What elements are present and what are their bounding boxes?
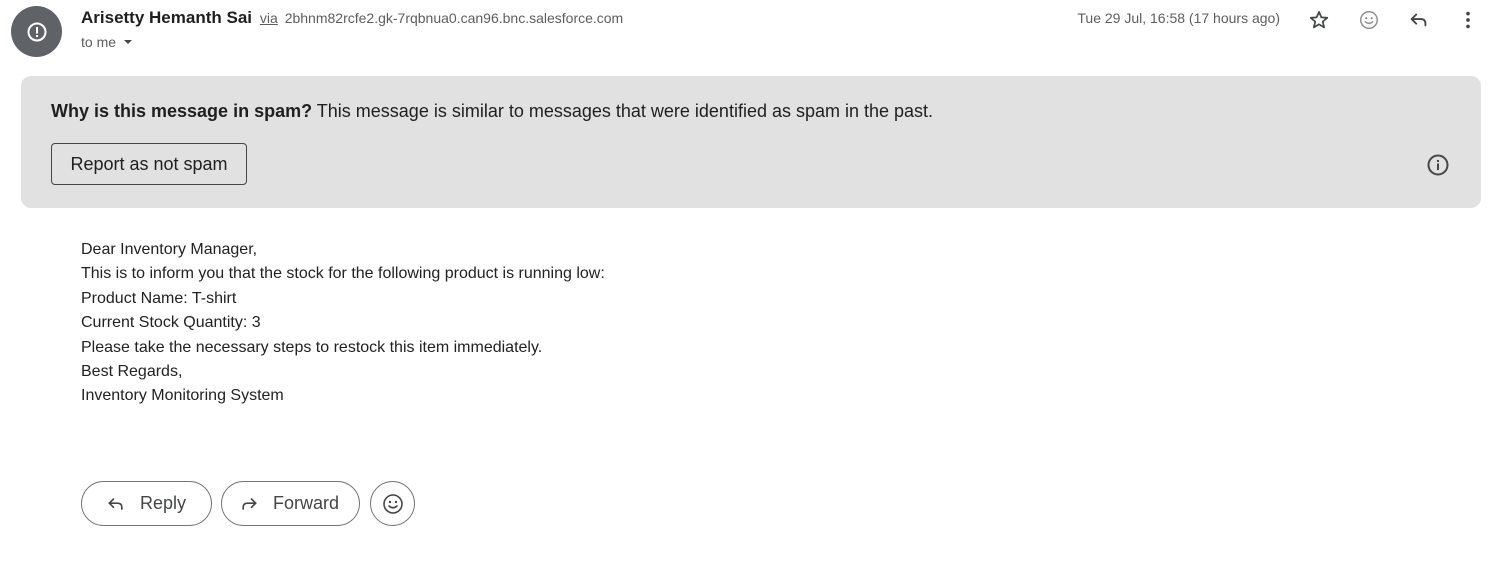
via-link[interactable]: via xyxy=(260,10,278,26)
reply-icon xyxy=(108,497,123,510)
recipient-details-toggle[interactable]: to me xyxy=(81,34,136,50)
body-line: Dear Inventory Manager, xyxy=(81,241,258,258)
star-icon xyxy=(1309,11,1329,29)
emoji-icon xyxy=(382,493,403,514)
spam-warning-banner: Why is this message in spam? This messag… xyxy=(21,76,1481,208)
forward-button[interactable]: Forward xyxy=(221,481,360,526)
body-line: Best Regards, xyxy=(81,362,183,380)
reply-label: Reply xyxy=(140,493,187,513)
spam-message: Why is this message in spam? This messag… xyxy=(51,101,933,122)
add-reaction-button-bottom[interactable] xyxy=(370,481,415,526)
info-icon[interactable] xyxy=(1426,153,1450,177)
recipient-label: to me xyxy=(81,34,117,50)
spam-question: Why is this message in spam? xyxy=(51,101,313,121)
emoji-icon xyxy=(1360,11,1378,29)
forward-icon xyxy=(242,497,257,510)
sender-email: 2bhnm82rcfe2.gk-7rqbnua0.can96.bnc.sales… xyxy=(284,10,624,26)
more-options-button[interactable] xyxy=(1454,6,1482,34)
sender-line: Arisetty Hemanth Sai via 2bhnm82rcfe2.gk… xyxy=(81,8,623,28)
reply-icon xyxy=(1410,13,1427,27)
forward-label: Forward xyxy=(273,493,340,513)
message-body: Dear Inventory Manager, This is to infor… xyxy=(81,240,605,411)
body-line: Current Stock Quantity: 3 xyxy=(81,314,261,332)
reply-button-header[interactable] xyxy=(1405,6,1433,34)
caret-down-icon xyxy=(124,40,133,44)
body-line: This is to inform you that the stock for… xyxy=(81,265,605,283)
sender-name[interactable]: Arisetty Hemanth Sai xyxy=(81,8,252,27)
body-line: Inventory Monitoring System xyxy=(81,387,284,405)
report-not-spam-button[interactable]: Report as not spam xyxy=(51,143,247,185)
message-timestamp: Tue 29 Jul, 16:58 (17 hours ago) xyxy=(1077,10,1280,26)
add-reaction-button[interactable] xyxy=(1355,6,1383,34)
star-button[interactable] xyxy=(1305,6,1333,34)
reply-button[interactable]: Reply xyxy=(81,481,212,526)
more-vertical-icon xyxy=(1466,11,1470,29)
sender-avatar[interactable] xyxy=(11,6,62,57)
spam-explanation: This message is similar to messages that… xyxy=(316,101,934,121)
warning-icon xyxy=(27,22,46,41)
body-line: Product Name: T-shirt xyxy=(81,289,237,307)
body-line: Please take the necessary steps to resto… xyxy=(81,338,543,356)
